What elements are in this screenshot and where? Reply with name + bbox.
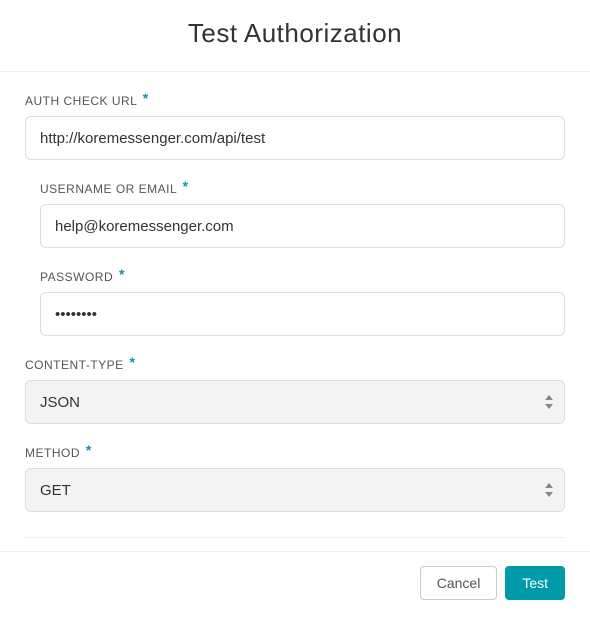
content-type-value: JSON: [40, 394, 80, 411]
cancel-button[interactable]: Cancel: [420, 566, 498, 600]
content-type-label: CONTENT-TYPE *: [25, 356, 565, 372]
test-authorization-dialog: Test Authorization AUTH CHECK URL * USER…: [0, 0, 590, 620]
required-asterisk-icon: *: [86, 442, 92, 458]
dialog-body: AUTH CHECK URL * USERNAME OR EMAIL * PAS…: [0, 72, 590, 551]
username-label: USERNAME OR EMAIL *: [40, 180, 565, 196]
method-label: METHOD *: [25, 444, 565, 460]
test-button[interactable]: Test: [505, 566, 565, 600]
required-asterisk-icon: *: [183, 178, 189, 194]
username-group: USERNAME OR EMAIL *: [25, 180, 565, 248]
auth-url-label: AUTH CHECK URL *: [25, 92, 565, 108]
password-input[interactable]: [40, 292, 565, 336]
password-group: PASSWORD *: [25, 268, 565, 336]
content-type-group: CONTENT-TYPE * JSON: [25, 356, 565, 424]
required-asterisk-icon: *: [143, 90, 149, 106]
auth-url-group: AUTH CHECK URL *: [25, 92, 565, 160]
method-select[interactable]: GET: [25, 468, 565, 512]
dialog-footer: Cancel Test: [0, 551, 590, 620]
password-label-text: PASSWORD: [40, 270, 113, 284]
method-group: METHOD * GET: [25, 444, 565, 512]
auth-url-input[interactable]: [25, 116, 565, 160]
content-type-label-text: CONTENT-TYPE: [25, 358, 124, 372]
password-label: PASSWORD *: [40, 268, 565, 284]
auth-url-label-text: AUTH CHECK URL: [25, 94, 137, 108]
username-input[interactable]: [40, 204, 565, 248]
username-label-text: USERNAME OR EMAIL: [40, 182, 177, 196]
method-label-text: METHOD: [25, 446, 80, 460]
dialog-title: Test Authorization: [25, 18, 565, 49]
required-asterisk-icon: *: [130, 354, 136, 370]
required-asterisk-icon: *: [119, 266, 125, 282]
dialog-header: Test Authorization: [0, 0, 590, 72]
content-type-select[interactable]: JSON: [25, 380, 565, 424]
method-value: GET: [40, 482, 71, 499]
